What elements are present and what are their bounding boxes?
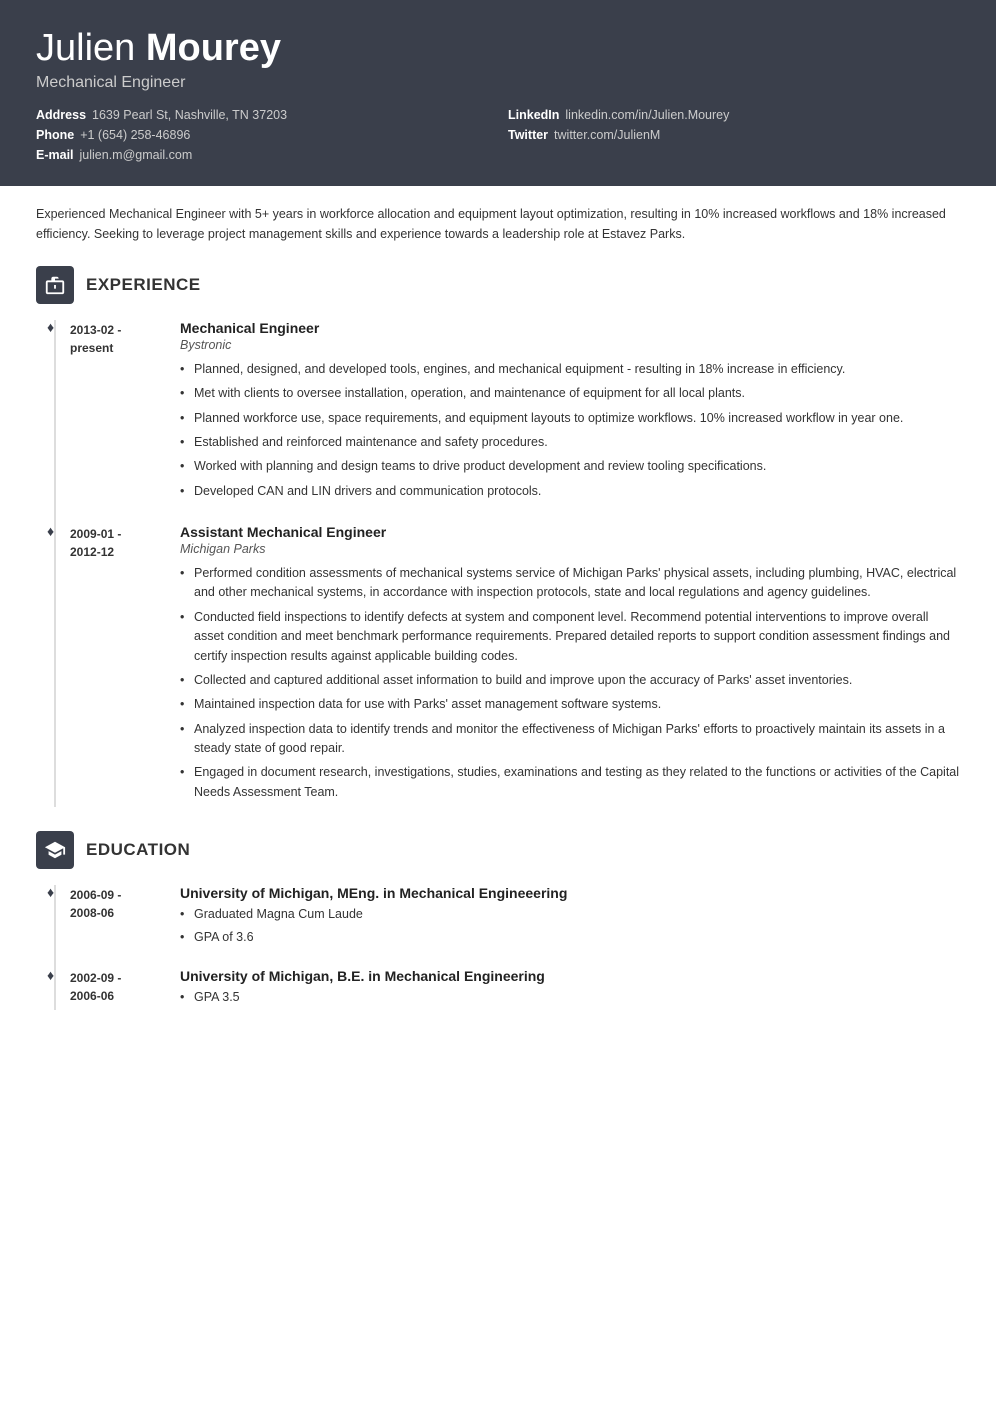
job-company-1: Bystronic <box>180 338 960 352</box>
experience-header: EXPERIENCE <box>36 266 960 304</box>
content-area: Experienced Mechanical Engineer with 5+ … <box>0 186 996 1065</box>
bullet: Met with clients to oversee installation… <box>180 384 960 403</box>
education-title: EDUCATION <box>86 840 190 860</box>
edu-degree-1: University of Michigan, MEng. in Mechani… <box>180 885 960 901</box>
job-body-1: Mechanical Engineer Bystronic Planned, d… <box>180 320 960 506</box>
experience-section: EXPERIENCE 2013-02 - present Mechanical … <box>36 266 960 807</box>
email-label: E-mail <box>36 148 74 162</box>
job-item-1: 2013-02 - present Mechanical Engineer By… <box>70 320 960 506</box>
address-value: 1639 Pearl St, Nashville, TN 37203 <box>92 108 287 122</box>
contact-linkedin: LinkedIn linkedin.com/in/Julien.Mourey <box>508 108 960 122</box>
contact-twitter: Twitter twitter.com/JulienM <box>508 128 960 142</box>
experience-timeline: 2013-02 - present Mechanical Engineer By… <box>54 320 960 807</box>
twitter-value: twitter.com/JulienM <box>554 128 660 142</box>
edu-date-2: 2002-09 - 2006-06 <box>70 968 160 1010</box>
bullet: Established and reinforced maintenance a… <box>180 433 960 452</box>
edu-degree-2: University of Michigan, B.E. in Mechanic… <box>180 968 960 984</box>
summary-text: Experienced Mechanical Engineer with 5+ … <box>36 204 960 244</box>
edu-date-1: 2006-09 - 2008-06 <box>70 885 160 950</box>
job-date-1: 2013-02 - present <box>70 320 160 506</box>
first-name: Julien <box>36 27 146 69</box>
phone-value: +1 (654) 258-46896 <box>80 128 190 142</box>
bullet: Conducted field inspections to identify … <box>180 608 960 666</box>
bullet: Developed CAN and LIN drivers and commun… <box>180 482 960 501</box>
bullet: Maintained inspection data for use with … <box>180 695 960 714</box>
education-icon <box>36 831 74 869</box>
bullet: Performed condition assessments of mecha… <box>180 564 960 603</box>
edu-body-1: University of Michigan, MEng. in Mechani… <box>180 885 960 950</box>
contact-address: Address 1639 Pearl St, Nashville, TN 372… <box>36 108 488 122</box>
job-item-2: 2009-01 - 2012-12 Assistant Mechanical E… <box>70 524 960 807</box>
experience-icon <box>36 266 74 304</box>
bullet: Analyzed inspection data to identify tre… <box>180 720 960 759</box>
education-header: EDUCATION <box>36 831 960 869</box>
address-label: Address <box>36 108 86 122</box>
job-body-2: Assistant Mechanical Engineer Michigan P… <box>180 524 960 807</box>
job-title-2: Assistant Mechanical Engineer <box>180 524 960 540</box>
header: Julien Mourey Mechanical Engineer Addres… <box>0 0 996 186</box>
edu-bullets-1: Graduated Magna Cum Laude GPA of 3.6 <box>180 905 960 947</box>
job-bullets-1: Planned, designed, and developed tools, … <box>180 360 960 501</box>
graduation-svg <box>44 839 66 861</box>
contact-email: E-mail julien.m@gmail.com <box>36 148 488 162</box>
twitter-label: Twitter <box>508 128 548 142</box>
last-name: Mourey <box>146 27 281 69</box>
education-timeline: 2006-09 - 2008-06 University of Michigan… <box>54 885 960 1010</box>
experience-title: EXPERIENCE <box>86 275 201 295</box>
contact-grid: Address 1639 Pearl St, Nashville, TN 372… <box>36 108 960 162</box>
candidate-title: Mechanical Engineer <box>36 74 960 92</box>
contact-phone: Phone +1 (654) 258-46896 <box>36 128 488 142</box>
job-company-2: Michigan Parks <box>180 542 960 556</box>
edu-body-2: University of Michigan, B.E. in Mechanic… <box>180 968 960 1010</box>
briefcase-svg <box>44 274 66 296</box>
edu-bullet: Graduated Magna Cum Laude <box>180 905 960 924</box>
edu-bullets-2: GPA 3.5 <box>180 988 960 1007</box>
job-bullets-2: Performed condition assessments of mecha… <box>180 564 960 802</box>
candidate-name: Julien Mourey <box>36 28 960 70</box>
edu-item-1: 2006-09 - 2008-06 University of Michigan… <box>70 885 960 950</box>
education-section: EDUCATION 2006-09 - 2008-06 University o… <box>36 831 960 1010</box>
job-date-2: 2009-01 - 2012-12 <box>70 524 160 807</box>
linkedin-value: linkedin.com/in/Julien.Mourey <box>565 108 729 122</box>
bullet: Worked with planning and design teams to… <box>180 457 960 476</box>
bullet: Collected and captured additional asset … <box>180 671 960 690</box>
email-value: julien.m@gmail.com <box>80 148 193 162</box>
edu-bullet: GPA 3.5 <box>180 988 960 1007</box>
bullet: Planned, designed, and developed tools, … <box>180 360 960 379</box>
edu-item-2: 2002-09 - 2006-06 University of Michigan… <box>70 968 960 1010</box>
edu-bullet: GPA of 3.6 <box>180 928 960 947</box>
bullet: Planned workforce use, space requirement… <box>180 409 960 428</box>
linkedin-label: LinkedIn <box>508 108 559 122</box>
bullet: Engaged in document research, investigat… <box>180 763 960 802</box>
job-title-1: Mechanical Engineer <box>180 320 960 336</box>
phone-label: Phone <box>36 128 74 142</box>
